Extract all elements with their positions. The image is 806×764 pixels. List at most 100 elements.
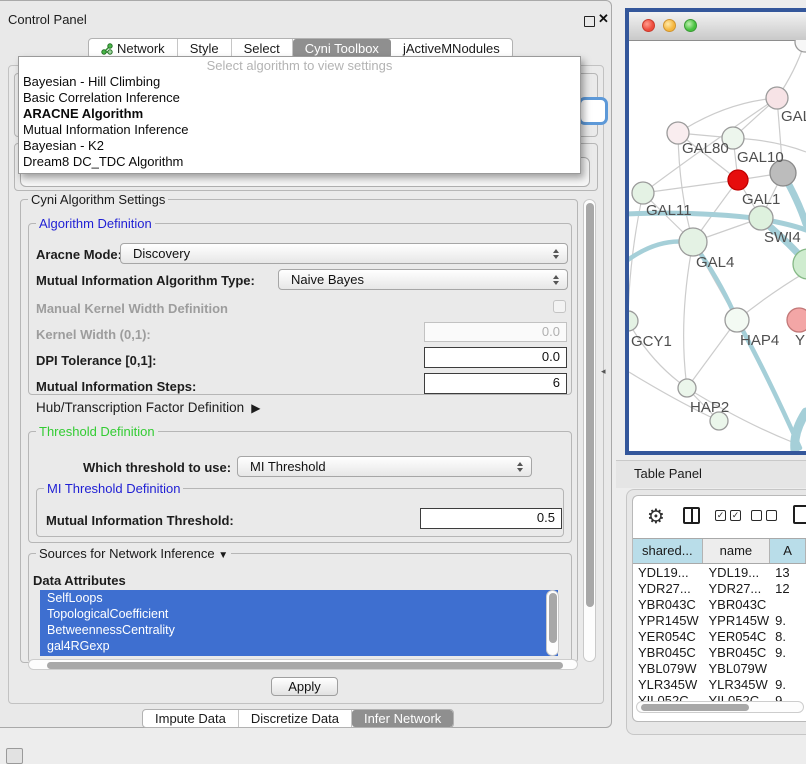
- settings-hscrollbar[interactable]: [28, 659, 578, 670]
- table-row[interactable]: YBL079WYBL079W: [633, 661, 806, 677]
- manual-kernel-checkbox[interactable]: [553, 300, 566, 313]
- kernel-width-label: Kernel Width (0,1):: [36, 327, 151, 342]
- combo-spinner-icon: [553, 275, 560, 285]
- table-row[interactable]: YBR045CYBR045C9.: [633, 645, 806, 661]
- settings-scrollbar[interactable]: [583, 199, 596, 662]
- mi-type-combobox[interactable]: Naive Bayes: [278, 269, 568, 290]
- node-label: GAL10: [737, 149, 784, 166]
- split-pane-icon[interactable]: [683, 507, 700, 524]
- list-scrollbar[interactable]: [546, 590, 559, 656]
- tab-discretize-data[interactable]: Discretize Data: [239, 710, 352, 727]
- column-header-partial[interactable]: A: [770, 539, 806, 563]
- list-item[interactable]: TopologicalCoefficient: [40, 606, 558, 622]
- node-label: GAL80: [682, 140, 729, 157]
- manual-kernel-label: Manual Kernel Width Definition: [36, 301, 228, 316]
- expand-right-icon: ▶: [248, 401, 261, 415]
- tab-infer-network[interactable]: Infer Network: [352, 710, 453, 727]
- node-y[interactable]: [787, 308, 806, 332]
- list-item[interactable]: SelfLoops: [40, 590, 558, 606]
- node-gal7[interactable]: [766, 87, 788, 109]
- cyni-bottom-tabbar: Impute Data Discretize Data Infer Networ…: [142, 709, 454, 728]
- mi-threshold-definition-title: MI Threshold Definition: [44, 481, 183, 496]
- menu-item[interactable]: Mutual Information Inference: [19, 122, 580, 138]
- node-swi4[interactable]: [749, 206, 773, 230]
- apply-button[interactable]: Apply: [271, 677, 338, 696]
- table-icon[interactable]: [793, 505, 806, 524]
- panel-title: Control Panel: [8, 12, 87, 27]
- float-window-icon[interactable]: [584, 16, 595, 27]
- column-header-shared-name[interactable]: shared...: [633, 539, 703, 563]
- node-hap2[interactable]: [678, 379, 696, 397]
- mi-steps-input[interactable]: 6: [424, 373, 567, 394]
- algorithm-dropdown-popup: Select algorithm to view settings Bayesi…: [18, 56, 581, 174]
- network-canvas[interactable]: GAL7 GAL80 GAL10 GAL1 GAL11 SWI4 GAL4 GC…: [629, 40, 806, 451]
- data-attributes-label: Data Attributes: [33, 573, 126, 588]
- minimize-traffic-light-icon[interactable]: [663, 19, 676, 32]
- node-gal11[interactable]: [632, 182, 654, 204]
- menu-item[interactable]: Bayesian - K2: [19, 138, 580, 154]
- network-window-titlebar[interactable]: [629, 12, 806, 41]
- dpi-tolerance-label: DPI Tolerance [0,1]:: [36, 353, 156, 368]
- node-gal4[interactable]: [679, 228, 707, 256]
- collapse-down-icon: ▼: [218, 550, 228, 561]
- node-label: HAP2: [690, 399, 729, 416]
- close-traffic-light-icon[interactable]: [642, 19, 655, 32]
- table-row[interactable]: YPR145WYPR145W9.: [633, 613, 806, 629]
- node-label: GAL7: [781, 108, 806, 125]
- tab-network-label: Network: [117, 41, 165, 56]
- algorithm-definition-title: Algorithm Definition: [36, 216, 155, 231]
- node-label: GCY1: [631, 333, 672, 350]
- menu-item[interactable]: Bayesian - Hill Climbing: [19, 74, 580, 90]
- tab-impute-data[interactable]: Impute Data: [143, 710, 239, 727]
- aracne-mode-combobox[interactable]: Discovery: [120, 243, 568, 264]
- hub-definition-toggle[interactable]: Hub/Transcription Factor Definition ▶: [36, 400, 260, 415]
- menu-item[interactable]: Basic Correlation Inference: [19, 90, 580, 106]
- control-panel-window: Control Panel ✕ Network Style Select Cyn…: [0, 0, 612, 728]
- table-panel-title: Table Panel: [634, 466, 702, 481]
- node-hap4[interactable]: [725, 308, 749, 332]
- mi-steps-label: Mutual Information Steps:: [36, 379, 196, 394]
- gear-icon[interactable]: ⚙: [647, 504, 665, 528]
- table-row[interactable]: YLR345WYLR345W9.: [633, 677, 806, 693]
- table-row[interactable]: YDR27...YDR27...12: [633, 581, 806, 597]
- mi-threshold-input[interactable]: 0.5: [420, 508, 562, 529]
- node[interactable]: [795, 40, 806, 52]
- network-view-window[interactable]: GAL7 GAL80 GAL10 GAL1 GAL11 SWI4 GAL4 GC…: [625, 8, 806, 455]
- node-label: Y: [795, 332, 805, 349]
- sources-title[interactable]: Sources for Network Inference ▼: [36, 546, 231, 561]
- cyni-algorithm-settings-title: Cyni Algorithm Settings: [28, 192, 168, 207]
- table-row[interactable]: YER054CYER054C8.: [633, 629, 806, 645]
- threshold-definition-title: Threshold Definition: [36, 424, 158, 439]
- popup-placeholder: Select algorithm to view settings: [19, 57, 580, 74]
- which-threshold-label: Which threshold to use:: [83, 460, 231, 475]
- kernel-width-input[interactable]: 0.0: [424, 322, 567, 342]
- node-gal1[interactable]: [728, 170, 748, 190]
- menu-item[interactable]: Dream8 DC_TDC Algorithm: [19, 154, 580, 170]
- mi-type-label: Mutual Information Algorithm Type:: [36, 273, 255, 288]
- close-icon[interactable]: ✕: [598, 11, 609, 27]
- list-item[interactable]: BetweennessCentrality: [40, 622, 558, 638]
- list-item[interactable]: gal4RGexp: [40, 638, 558, 654]
- mi-threshold-label: Mutual Information Threshold:: [46, 513, 234, 528]
- combo-spinner-icon: [517, 462, 524, 472]
- dpi-tolerance-input[interactable]: 0.0: [424, 347, 567, 368]
- column-header-name[interactable]: name: [703, 539, 771, 563]
- which-threshold-combobox[interactable]: MI Threshold: [237, 456, 532, 477]
- table-row[interactable]: YDL19...YDL19...13: [633, 565, 806, 581]
- deselect-all-checkboxes-icon[interactable]: [751, 510, 777, 521]
- table-row[interactable]: YBR043CYBR043C: [633, 597, 806, 613]
- node-gcy1[interactable]: [629, 311, 638, 331]
- node-label: GAL4: [696, 254, 734, 271]
- menu-item-selected[interactable]: ARACNE Algorithm: [19, 106, 580, 122]
- algorithm-combobox-focused[interactable]: [578, 97, 608, 125]
- node-label: SWI4: [764, 229, 801, 246]
- node-label: HAP4: [740, 332, 779, 349]
- splitter-collapse-icon[interactable]: ◂: [601, 366, 606, 377]
- select-all-checkboxes-icon[interactable]: ✓✓: [715, 510, 741, 521]
- table-hscrollbar[interactable]: [636, 701, 804, 713]
- network-icon: [101, 43, 113, 55]
- table-toolbar: ⚙ ✓✓: [633, 496, 806, 538]
- zoom-traffic-light-icon[interactable]: [684, 19, 697, 32]
- combo-spinner-icon: [553, 249, 560, 259]
- data-attributes-list[interactable]: SelfLoops TopologicalCoefficient Between…: [40, 590, 558, 656]
